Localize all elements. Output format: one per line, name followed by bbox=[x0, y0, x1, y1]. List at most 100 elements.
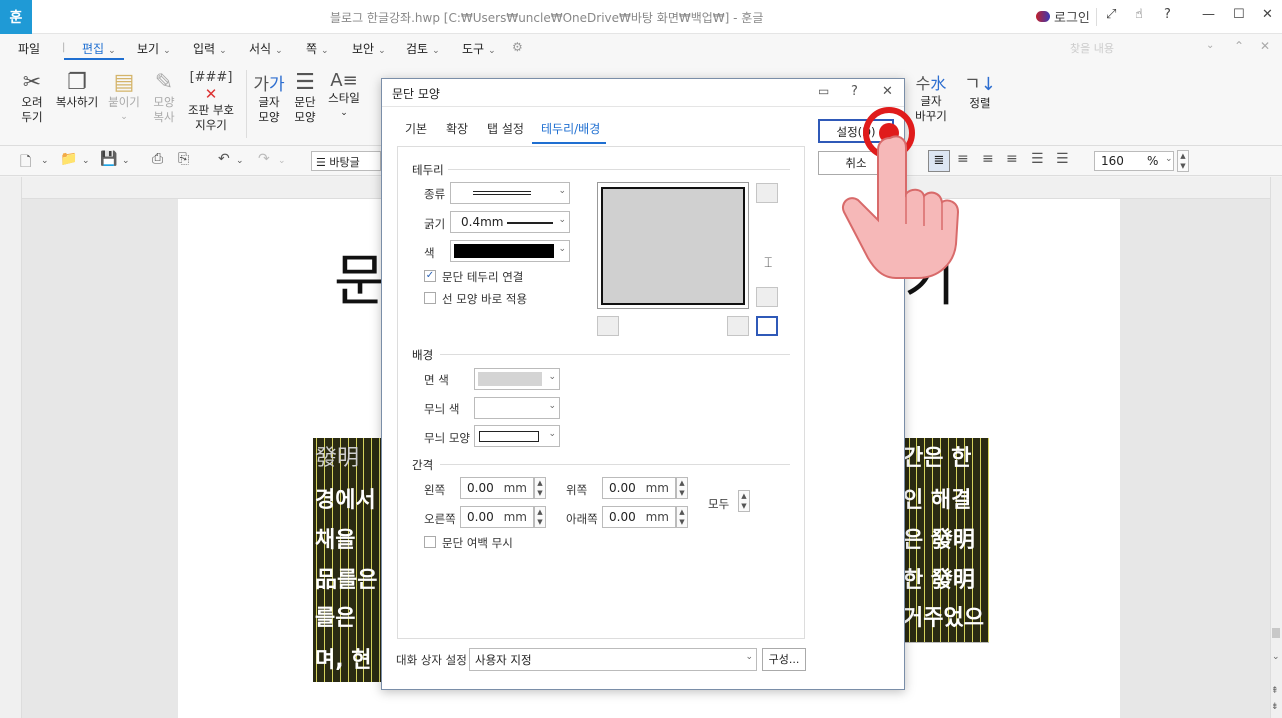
change-char-button[interactable]: 수水 글자 바꾸기 bbox=[906, 70, 956, 124]
tab-basic[interactable]: 기본 bbox=[405, 120, 427, 137]
search-dropdown-icon[interactable]: ⌄ bbox=[1206, 40, 1214, 51]
redo-icon[interactable]: ↷ bbox=[258, 151, 270, 167]
tab-tab-settings[interactable]: 탭 설정 bbox=[487, 120, 524, 137]
copy-button[interactable]: ❐ 복사하기 bbox=[52, 70, 102, 110]
new-document-icon[interactable]: 🗋 bbox=[20, 151, 31, 175]
close-document-icon[interactable]: ✕ bbox=[1260, 39, 1270, 53]
line-color-select[interactable]: ⌄ bbox=[450, 240, 570, 262]
apply-line-checkbox[interactable] bbox=[424, 292, 436, 304]
config-button[interactable]: 구성... bbox=[762, 648, 806, 671]
open-folder-icon[interactable]: 📁 bbox=[60, 151, 77, 167]
pattern-shape-select[interactable]: ⌄ bbox=[474, 425, 560, 447]
help-icon[interactable]: ? bbox=[1164, 7, 1171, 22]
maximize-button[interactable]: ☐ bbox=[1233, 7, 1245, 22]
active-tab-indicator bbox=[532, 142, 606, 144]
chevron-down-icon: ⌄ bbox=[120, 112, 128, 122]
save-icon[interactable]: 💾 bbox=[100, 151, 117, 167]
connect-border-checkbox[interactable]: ✓ bbox=[424, 270, 436, 282]
all-spacing-label: 모두 bbox=[708, 497, 730, 511]
print-icon[interactable]: ⎙ bbox=[152, 151, 163, 167]
tab-border-background[interactable]: 테두리/배경 bbox=[541, 120, 600, 137]
chevron-down-icon: ⌄ bbox=[219, 46, 227, 56]
dialog-note-icon[interactable]: ▭ bbox=[818, 84, 829, 98]
right-spacing-stepper[interactable]: ▲ ▼ bbox=[534, 506, 546, 528]
login-avatar-icon[interactable] bbox=[1036, 11, 1050, 22]
change-char-icon: 수水 bbox=[915, 74, 947, 93]
style-button[interactable]: A≡ 스타일 ⌄ bbox=[324, 70, 364, 121]
align-right-icon[interactable]: ≡ bbox=[1006, 151, 1018, 167]
chevron-down-icon[interactable]: ⌄ bbox=[278, 156, 286, 166]
touch-mode-icon[interactable]: ☝ bbox=[1135, 7, 1143, 22]
chevron-down-icon[interactable]: ⌄ bbox=[41, 156, 49, 166]
bottom-spacing-stepper[interactable]: ▲ ▼ bbox=[676, 506, 688, 528]
dialog-help-icon[interactable]: ? bbox=[851, 84, 858, 99]
line-width-select[interactable]: 0.4mm ⌄ bbox=[450, 211, 570, 233]
collapse-ribbon-icon[interactable]: ⌃ bbox=[1234, 39, 1244, 53]
cut-button[interactable]: ✂ 오려 두기 bbox=[10, 70, 54, 125]
zoom-input[interactable]: 160% bbox=[1094, 151, 1174, 171]
undo-icon[interactable]: ↶ bbox=[218, 151, 230, 167]
char-shape-button[interactable]: 가가 글자 모양 bbox=[252, 70, 286, 125]
menu-format[interactable]: 서식 ⌄ bbox=[249, 40, 283, 57]
scrollbar-thumb[interactable] bbox=[1272, 628, 1280, 638]
paragraph-line-right: 간은 한 bbox=[903, 446, 972, 471]
hancom-app-icon[interactable]: 훈 bbox=[0, 0, 32, 34]
menu-file[interactable]: 파일 bbox=[18, 40, 40, 57]
pattern-color-select[interactable]: ⌄ bbox=[474, 397, 560, 419]
dialog-preset-select[interactable]: 사용자 지정 ⌄ bbox=[469, 648, 757, 671]
split-align-icon[interactable]: ☰ bbox=[1056, 151, 1069, 167]
minimize-button[interactable]: — bbox=[1202, 7, 1215, 22]
left-border-icon[interactable] bbox=[597, 316, 619, 336]
chevron-down-icon[interactable]: ⌄ bbox=[122, 156, 130, 166]
top-border-icon[interactable] bbox=[756, 183, 778, 203]
chevron-down-icon[interactable]: ⌄ bbox=[236, 156, 244, 166]
all-borders-icon[interactable] bbox=[756, 316, 778, 336]
dialog-close-icon[interactable]: ✕ bbox=[882, 84, 893, 99]
bottom-spacing-input[interactable]: 0.00 mm bbox=[602, 506, 676, 528]
right-spacing-input[interactable]: 0.00 mm bbox=[460, 506, 534, 528]
menu-page[interactable]: 쪽 ⌄ bbox=[306, 40, 329, 57]
chevron-down-icon[interactable]: ⌄ bbox=[1272, 652, 1280, 662]
chevron-down-icon: ⌄ bbox=[488, 46, 496, 56]
top-spacing-stepper[interactable]: ▲ ▼ bbox=[676, 477, 688, 499]
sort-button[interactable]: ㄱ↓ 정렬 bbox=[962, 70, 998, 111]
menu-review[interactable]: 검토 ⌄ bbox=[406, 40, 440, 57]
vertical-ruler[interactable] bbox=[0, 177, 22, 718]
left-spacing-input[interactable]: 0.00 mm bbox=[460, 477, 534, 499]
chevron-down-icon[interactable]: ⌄ bbox=[82, 156, 90, 166]
bottom-border-icon[interactable] bbox=[756, 287, 778, 307]
expand-icon[interactable]: ⤢ bbox=[1106, 7, 1116, 22]
para-shape-button[interactable]: ☰ 문단 모양 bbox=[288, 70, 322, 125]
print-preview-icon[interactable]: ⎘ bbox=[178, 151, 189, 167]
menu-edit[interactable]: 편집 ⌄ bbox=[82, 40, 116, 57]
paste-button[interactable]: ▤ 붙이기 ⌄ bbox=[104, 70, 144, 125]
menu-insert[interactable]: 입력 ⌄ bbox=[193, 40, 227, 57]
close-button[interactable]: ✕ bbox=[1262, 7, 1273, 22]
copy-format-button[interactable]: ✎ 모양 복사 bbox=[146, 70, 182, 125]
top-spacing-input[interactable]: 0.00 mm bbox=[602, 477, 676, 499]
menu-security[interactable]: 보안 ⌄ bbox=[352, 40, 386, 57]
plugin-icon[interactable]: ⚙ bbox=[512, 40, 523, 54]
prev-page-icon[interactable]: ⇞ bbox=[1271, 686, 1279, 696]
style-select[interactable]: ☰ 바탕글 bbox=[311, 151, 381, 171]
clear-format-button[interactable]: [###] ✕ 조판 부호 지우기 bbox=[184, 70, 238, 133]
pattern-shape-sample bbox=[479, 431, 539, 442]
line-type-select[interactable]: ⌄ bbox=[450, 182, 570, 204]
left-spacing-stepper[interactable]: ▲ ▼ bbox=[534, 477, 546, 499]
clear-format-label-1: 조판 부호 bbox=[188, 103, 234, 117]
menu-tools[interactable]: 도구 ⌄ bbox=[462, 40, 496, 57]
face-color-select[interactable]: ⌄ bbox=[474, 368, 560, 390]
chevron-down-icon[interactable]: ⌄ bbox=[1165, 154, 1173, 164]
distribute-icon[interactable]: ☰ bbox=[1031, 151, 1044, 167]
menu-view[interactable]: 보기 ⌄ bbox=[137, 40, 171, 57]
all-spacing-stepper[interactable]: ▲ ▼ bbox=[738, 490, 750, 512]
zoom-stepper[interactable]: ▲ ▼ bbox=[1177, 150, 1189, 172]
next-page-icon[interactable]: ⇟ bbox=[1271, 702, 1279, 712]
ignore-margin-checkbox[interactable] bbox=[424, 536, 436, 548]
login-button[interactable]: 로그인 bbox=[1054, 7, 1090, 26]
right-border-icon[interactable] bbox=[727, 316, 749, 336]
border-section-title: 테두리 bbox=[412, 163, 444, 177]
tab-extended[interactable]: 확장 bbox=[446, 120, 468, 137]
search-input[interactable]: 찾을 내용 bbox=[1064, 38, 1222, 58]
align-center-icon[interactable]: ≡ bbox=[982, 151, 994, 167]
